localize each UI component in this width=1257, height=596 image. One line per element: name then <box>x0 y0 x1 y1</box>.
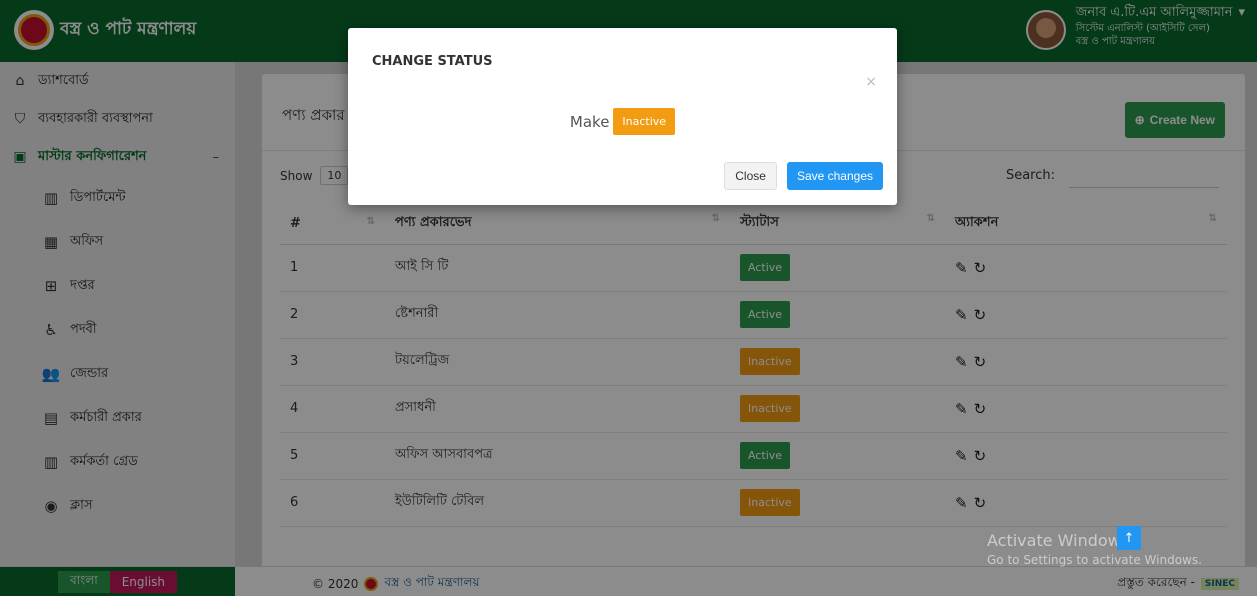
close-button[interactable]: Close <box>724 162 777 190</box>
windows-activation-watermark: Activate Windows Go to Settings to activ… <box>987 530 1202 569</box>
scroll-top-button[interactable]: ↑ <box>1117 526 1141 550</box>
save-changes-button[interactable]: Save changes <box>786 162 883 190</box>
watermark-subtitle: Go to Settings to activate Windows. <box>987 553 1202 568</box>
make-label: Make <box>569 112 610 131</box>
status-badge: Inactive <box>613 108 676 135</box>
modal-title: CHANGE STATUS <box>372 54 493 69</box>
change-status-modal: CHANGE STATUS × Make Inactive Close Save… <box>348 28 897 205</box>
modal-footer: Close Save changes <box>724 162 883 190</box>
close-icon[interactable]: × <box>865 74 877 90</box>
watermark-title: Activate Windows <box>987 531 1130 550</box>
modal-body: Make Inactive <box>348 108 897 135</box>
